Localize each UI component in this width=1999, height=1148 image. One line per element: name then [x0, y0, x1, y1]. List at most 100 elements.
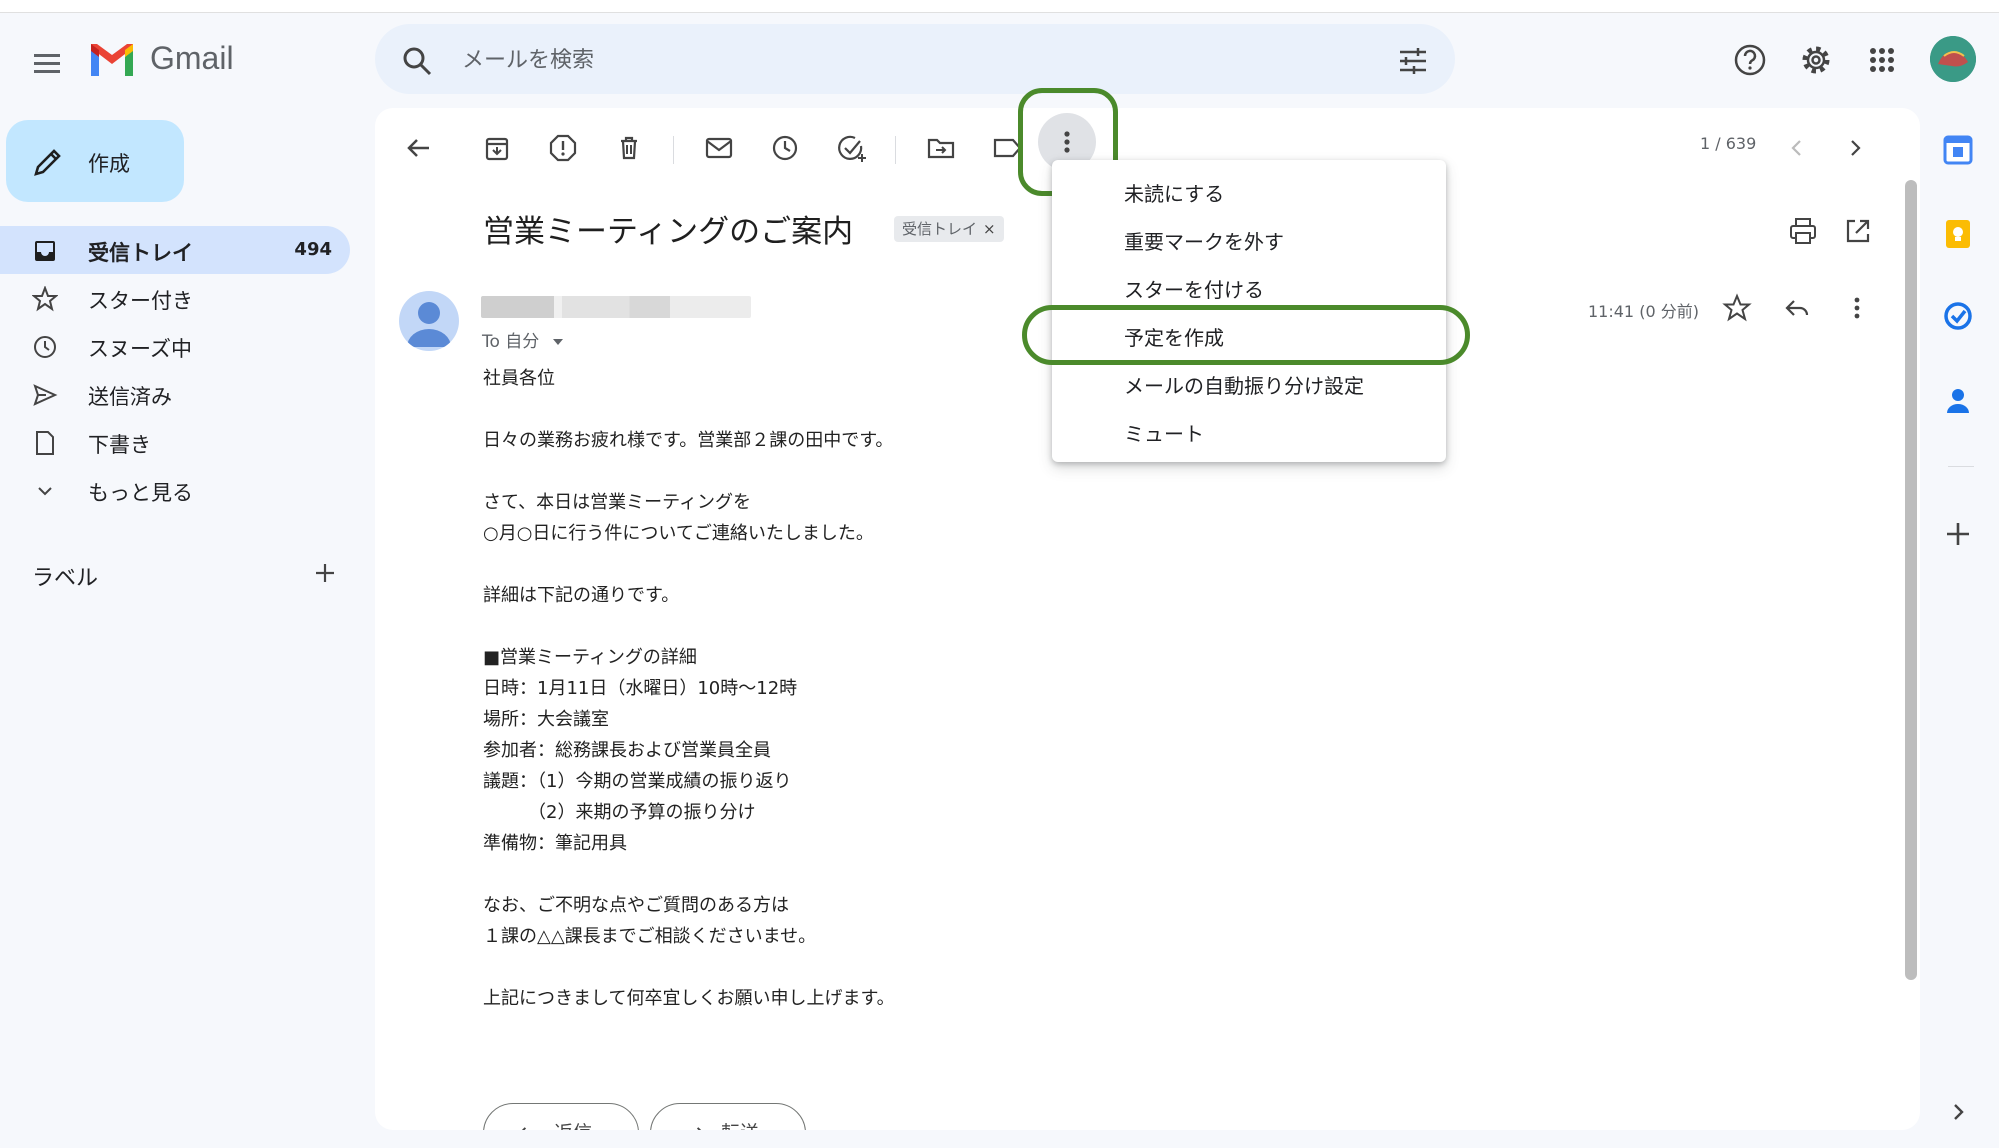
- sidebar-item-more[interactable]: もっと見る: [0, 466, 350, 514]
- older-button[interactable]: [1837, 130, 1873, 166]
- menu-item-add-star[interactable]: スターを付ける: [1052, 262, 1446, 310]
- gmail-m-icon: [91, 44, 133, 76]
- sender-name-redacted: [481, 296, 751, 318]
- report-spam-button[interactable]: [545, 130, 581, 166]
- toolbar-divider: [895, 136, 896, 164]
- delete-button[interactable]: [611, 130, 647, 166]
- search-options-icon[interactable]: [1396, 44, 1430, 78]
- keep-app-button[interactable]: [1942, 218, 1974, 250]
- plus-icon: [316, 564, 334, 582]
- email-body-line: （2）来期の予算の振り分け: [483, 802, 756, 823]
- recipient-line[interactable]: To 自分: [482, 327, 565, 352]
- star-icon: [32, 286, 58, 312]
- help-icon[interactable]: [1732, 42, 1768, 78]
- star-button[interactable]: [1721, 292, 1753, 324]
- archive-button[interactable]: [479, 130, 515, 166]
- print-button[interactable]: [1786, 214, 1820, 248]
- arrow-left-icon: [407, 139, 429, 157]
- gmail-logo[interactable]: [88, 40, 136, 80]
- hamburger-icon: [34, 54, 60, 73]
- email-body-line: 上記につきまして何卒宜しくお願い申し上げます。: [483, 988, 895, 1009]
- more-vert-icon: [1854, 297, 1860, 319]
- sidebar-item-inbox[interactable]: 受信トレイ 494: [0, 226, 350, 274]
- mail-icon: [705, 137, 733, 159]
- email-body-line: なお、ご不明な点やご質問のある方は: [483, 895, 789, 916]
- reply-label: 返信: [554, 1118, 592, 1130]
- reply-button[interactable]: 返信: [483, 1103, 639, 1130]
- email-body-line: [483, 549, 1383, 580]
- reply-icon: [1785, 300, 1809, 316]
- contacts-app-button[interactable]: [1942, 384, 1974, 416]
- sidebar-item-label: 送信済み: [88, 385, 172, 409]
- clock-icon: [772, 135, 798, 161]
- sidebar-item-label: スター付き: [88, 289, 193, 313]
- calendar-icon: [1943, 135, 1973, 165]
- apps-grid-icon[interactable]: [1864, 42, 1900, 78]
- add-to-tasks-button[interactable]: [833, 130, 869, 166]
- open-new-window-icon: [1846, 219, 1870, 243]
- labels-heading: ラベル: [32, 566, 99, 591]
- chevron-right-icon: [1851, 140, 1861, 156]
- menu-item-mark-unread[interactable]: 未読にする: [1052, 166, 1446, 214]
- forward-button[interactable]: 転送: [650, 1103, 806, 1130]
- open-in-new-window-button[interactable]: [1841, 214, 1875, 248]
- move-to-button[interactable]: [923, 130, 959, 166]
- expand-side-panel-button[interactable]: [1942, 1096, 1974, 1128]
- settings-gear-icon[interactable]: [1798, 42, 1834, 78]
- recipient-text: To 自分: [482, 332, 540, 352]
- menu-item-label: メールの自動振り分け設定: [1124, 374, 1364, 398]
- sidebar-item-starred[interactable]: スター付き: [0, 274, 350, 322]
- scrollbar[interactable]: [1905, 180, 1917, 980]
- plus-icon: [1947, 523, 1969, 545]
- add-task-icon: [838, 135, 866, 162]
- message-position: 1 / 639: [1700, 134, 1757, 153]
- trash-icon: [621, 136, 637, 160]
- calendar-app-button[interactable]: [1942, 134, 1974, 166]
- print-icon: [1790, 218, 1816, 244]
- add-label-button[interactable]: [312, 560, 338, 586]
- message-more-button[interactable]: [1841, 292, 1873, 324]
- tasks-app-button[interactable]: [1942, 300, 1974, 332]
- sidebar-item-label: もっと見る: [88, 481, 193, 505]
- menu-item-label: ミュート: [1124, 422, 1204, 446]
- menu-item-remove-important[interactable]: 重要マークを外す: [1052, 214, 1446, 262]
- sidebar-item-snoozed[interactable]: スヌーズ中: [0, 322, 350, 370]
- menu-item-mute[interactable]: ミュート: [1052, 406, 1446, 454]
- sidebar-item-label: スヌーズ中: [88, 337, 192, 361]
- contacts-icon: [1947, 389, 1969, 413]
- highlight-create-event: [1022, 305, 1470, 365]
- email-body-line: [483, 952, 1383, 983]
- chevron-right-icon: [1954, 1104, 1964, 1120]
- forward-icon: [696, 1127, 702, 1130]
- sidebar-item-drafts[interactable]: 下書き: [0, 418, 350, 466]
- reply-icon-button[interactable]: [1781, 292, 1813, 324]
- sender-avatar[interactable]: [399, 291, 459, 351]
- app-name: Gmail: [150, 40, 234, 76]
- send-icon: [33, 384, 58, 406]
- search-input[interactable]: [460, 36, 1364, 84]
- remove-label-icon[interactable]: ×: [983, 220, 996, 238]
- get-addons-button[interactable]: [1942, 518, 1974, 550]
- compose-button[interactable]: 作成: [6, 120, 184, 202]
- account-avatar[interactable]: [1930, 36, 1976, 82]
- caret-down-icon: [552, 339, 563, 345]
- back-button[interactable]: [401, 130, 437, 166]
- sidebar-item-label: 受信トレイ: [88, 241, 193, 265]
- forward-label: 転送: [721, 1118, 759, 1130]
- snooze-button[interactable]: [767, 130, 803, 166]
- main-menu-button[interactable]: [28, 44, 68, 84]
- email-body-line: 議題：（1）今期の営業成績の振り返り: [483, 771, 792, 792]
- clock-icon: [34, 336, 56, 358]
- newer-button[interactable]: [1779, 130, 1815, 166]
- email-body-line: 日時：1月11日（水曜日）10時〜12時: [483, 678, 798, 699]
- menu-item-filter-messages[interactable]: メールの自動振り分け設定: [1052, 358, 1446, 406]
- mark-unread-button[interactable]: [701, 130, 737, 166]
- sidebar-item-sent[interactable]: 送信済み: [0, 370, 350, 418]
- inbox-label-chip[interactable]: 受信トレイ ×: [894, 216, 1004, 242]
- email-subject: 営業ミーティングのご案内: [483, 214, 854, 250]
- search-icon[interactable]: [400, 44, 434, 78]
- sidebar-item-label: 下書き: [88, 433, 151, 457]
- rail-divider: [1948, 466, 1974, 467]
- star-icon: [1722, 293, 1752, 322]
- email-body-line: [483, 859, 1383, 890]
